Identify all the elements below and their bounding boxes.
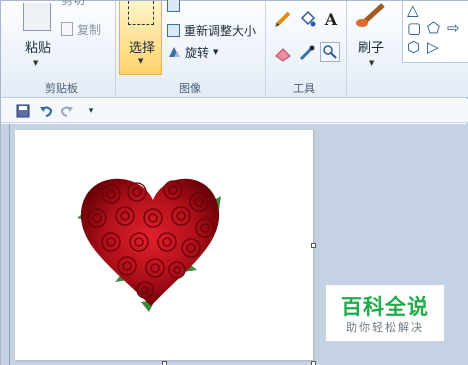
crop-button[interactable]: [167, 0, 180, 14]
rotate-dropdown-arrow-icon[interactable]: ▼: [213, 48, 218, 56]
paste-clipboard-icon[interactable]: [23, 3, 51, 31]
group-separator: [115, 1, 116, 96]
copy-label: 复制: [77, 22, 102, 37]
group-separator: [265, 1, 266, 96]
watermark-title: 百科全说: [341, 295, 429, 319]
cut-button[interactable]: 剪切: [61, 0, 111, 7]
resize-button[interactable]: 重新调整大小: [167, 21, 256, 39]
workspace-edge: [9, 124, 10, 365]
paste-button-label[interactable]: 粘贴: [25, 37, 51, 56]
brushes-dropdown-arrow-icon[interactable]: ▼: [369, 59, 374, 67]
shape-rounded-rectangle[interactable]: ▢: [407, 21, 421, 36]
canvas-resize-handle-right[interactable]: [311, 243, 316, 248]
rotate-label: 旋转: [185, 45, 210, 60]
text-tool-icon[interactable]: A: [321, 9, 341, 29]
rose-heart-image: [77, 178, 221, 312]
shape-right-arrow[interactable]: ⇨: [447, 21, 460, 36]
eraser-icon[interactable]: [273, 43, 293, 63]
color-picker-icon[interactable]: [297, 43, 317, 63]
shape-play-arrow[interactable]: ▷: [427, 40, 439, 55]
rotate-button[interactable]: 旋转 ▼: [167, 43, 218, 61]
watermark-subtitle: 助你轻松解决: [346, 321, 424, 334]
clipboard-group-label: 剪贴板: [45, 82, 78, 95]
pencil-icon[interactable]: [273, 9, 293, 29]
shape-pentagon[interactable]: ⬠: [427, 21, 440, 36]
canvas-resize-handle-corner[interactable]: [311, 361, 316, 365]
undo-icon[interactable]: [38, 103, 54, 119]
resize-label: 重新调整大小: [184, 23, 257, 38]
customize-toolbar-icon[interactable]: ▾: [83, 103, 99, 119]
select-button[interactable]: 选择 ▼: [119, 1, 162, 75]
resize-icon: [167, 23, 180, 37]
cut-button-label: 剪切: [61, 0, 86, 7]
select-button-label: 选择: [129, 41, 156, 56]
shape-hexagon[interactable]: ⬡: [407, 40, 420, 55]
group-separator: [346, 1, 347, 96]
rotate-icon: [169, 47, 180, 57]
fill-bucket-icon[interactable]: [297, 9, 317, 29]
ribbon: 粘贴 ▼ 剪切 复制 剪贴板 选择 ▼ 重新调整大小 旋转 ▼ 图像 A 工具 …: [1, 0, 468, 98]
watermark-logo: 百科全说 助你轻松解决: [326, 285, 444, 341]
paint-window: 粘贴 ▼ 剪切 复制 剪贴板 选择 ▼ 重新调整大小 旋转 ▼ 图像 A 工具 …: [0, 0, 468, 365]
paste-dropdown-arrow-icon[interactable]: ▼: [33, 59, 38, 67]
select-rectangle-icon: [128, 1, 154, 25]
crop-icon: [167, 0, 180, 12]
shapes-gallery: △ ▢ ⬠ ⇨ ⬡ ▷: [402, 1, 468, 63]
image-group-label: 图像: [179, 82, 201, 95]
copy-button[interactable]: 复制: [61, 21, 101, 37]
brushes-button-label[interactable]: 刷子: [358, 37, 384, 56]
shape-triangle[interactable]: △: [407, 3, 419, 18]
tools-group-label: 工具: [293, 82, 315, 95]
redo-icon[interactable]: [59, 103, 75, 119]
canvas-resize-handle-bottom[interactable]: [162, 361, 167, 365]
select-dropdown-arrow-icon[interactable]: ▼: [138, 57, 143, 65]
magnifier-icon[interactable]: [320, 42, 340, 62]
quick-access-toolbar: ▾: [1, 99, 468, 123]
save-icon[interactable]: [15, 103, 31, 119]
brushes-icon[interactable]: [355, 1, 389, 29]
copy-icon: [61, 22, 73, 36]
drawing-canvas[interactable]: [15, 130, 313, 360]
